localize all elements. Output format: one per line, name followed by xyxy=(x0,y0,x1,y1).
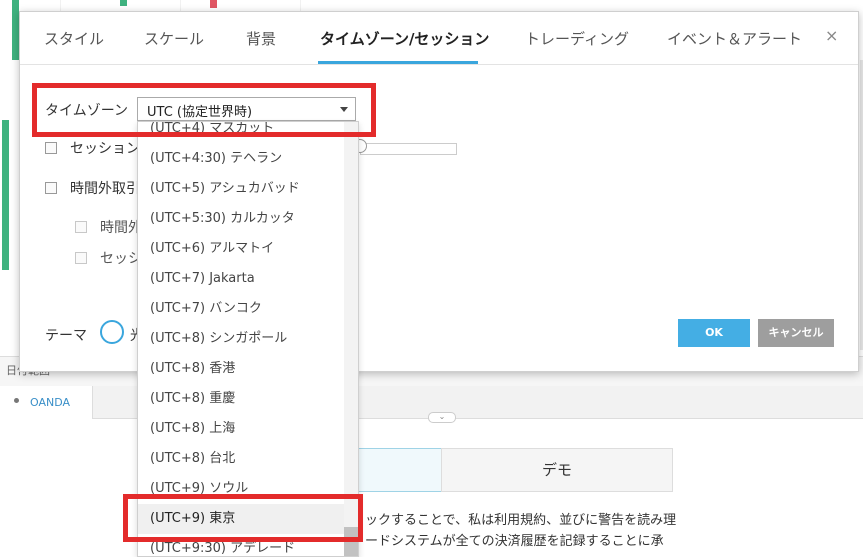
extended-hours-checkbox[interactable] xyxy=(45,182,57,194)
session-sub-label: セッシ xyxy=(100,251,142,267)
timezone-option[interactable]: (UTC+6) アルマトイ xyxy=(138,234,344,264)
session-label: セッション xyxy=(70,141,140,157)
tab-scale[interactable]: スケール xyxy=(144,28,204,49)
chevron-down-icon[interactable]: ⌄ xyxy=(428,412,456,423)
timezone-options: (UTC+4) マスカット (UTC+4:30) テヘラン (UTC+5) アシ… xyxy=(138,122,344,556)
session-sub-checkbox[interactable] xyxy=(75,252,87,264)
candle-down xyxy=(210,0,217,8)
candle-up xyxy=(2,120,9,270)
timezone-option[interactable]: (UTC+8) シンガポール xyxy=(138,324,344,354)
extended-sub-label: 時間外 xyxy=(100,220,142,236)
timezone-option[interactable]: (UTC+7) Jakarta xyxy=(138,264,344,294)
terms-text: ックすることで、私は利用規約、並びに警告を読み理 ードシステムが全ての決済履歴を… xyxy=(365,510,676,552)
timezone-option[interactable]: (UTC+8) 上海 xyxy=(138,414,344,444)
broker-tab-oanda[interactable]: OANDA xyxy=(0,386,93,419)
active-tab-indicator xyxy=(318,61,478,64)
highlight-timezone-box xyxy=(32,83,376,137)
broker-tab-label: OANDA xyxy=(30,396,71,409)
timezone-option[interactable]: (UTC+5) アシュカバッド xyxy=(138,174,344,204)
extended-hours-label: 時間外取引 xyxy=(70,181,140,197)
timezone-option[interactable]: (UTC+5:30) カルカッタ xyxy=(138,204,344,234)
timezone-option[interactable]: (UTC+7) バンコク xyxy=(138,294,344,324)
timezone-option[interactable]: (UTC+4:30) テヘラン xyxy=(138,144,344,174)
tab-trading[interactable]: トレーディング xyxy=(525,28,629,49)
mode-demo-button[interactable]: デモ xyxy=(441,448,673,492)
terms-line: ックすることで、私は利用規約、並びに警告を読み理 xyxy=(365,513,677,528)
dialog-tabs: スタイル スケール 背景 タイムゾーン/セッション トレーディング イベント＆ア… xyxy=(20,12,858,65)
timezone-option[interactable]: (UTC+8) 香港 xyxy=(138,354,344,384)
candle-up xyxy=(12,0,19,60)
tab-timezone-session[interactable]: タイムゾーン/セッション xyxy=(320,28,489,49)
timezone-option[interactable]: (UTC+8) 重慶 xyxy=(138,384,344,414)
ok-button[interactable]: OK xyxy=(678,319,750,347)
candle-up xyxy=(120,0,127,6)
theme-radio[interactable] xyxy=(100,320,124,344)
tab-style[interactable]: スタイル xyxy=(44,28,104,49)
session-checkbox[interactable] xyxy=(45,142,57,154)
status-dot-icon xyxy=(14,398,19,403)
session-slider-track[interactable] xyxy=(360,143,457,155)
tab-background[interactable]: 背景 xyxy=(246,28,276,49)
highlight-tokyo-box xyxy=(123,494,363,542)
dropdown-scrollbar[interactable] xyxy=(344,122,358,556)
terms-line: ードシステムが全ての決済履歴を記録することに承 xyxy=(365,534,664,549)
extended-sub-checkbox[interactable] xyxy=(75,221,87,233)
mode-live-button[interactable] xyxy=(355,448,443,492)
close-icon[interactable]: × xyxy=(825,26,838,45)
timezone-dropdown: (UTC+4) マスカット (UTC+4:30) テヘラン (UTC+5) アシ… xyxy=(137,121,359,557)
cancel-button[interactable]: キャンセル xyxy=(758,319,834,347)
timezone-option[interactable]: (UTC+8) 台北 xyxy=(138,444,344,474)
tab-events-alerts[interactable]: イベント＆アラート xyxy=(667,28,802,49)
theme-label: テーマ xyxy=(45,328,87,344)
